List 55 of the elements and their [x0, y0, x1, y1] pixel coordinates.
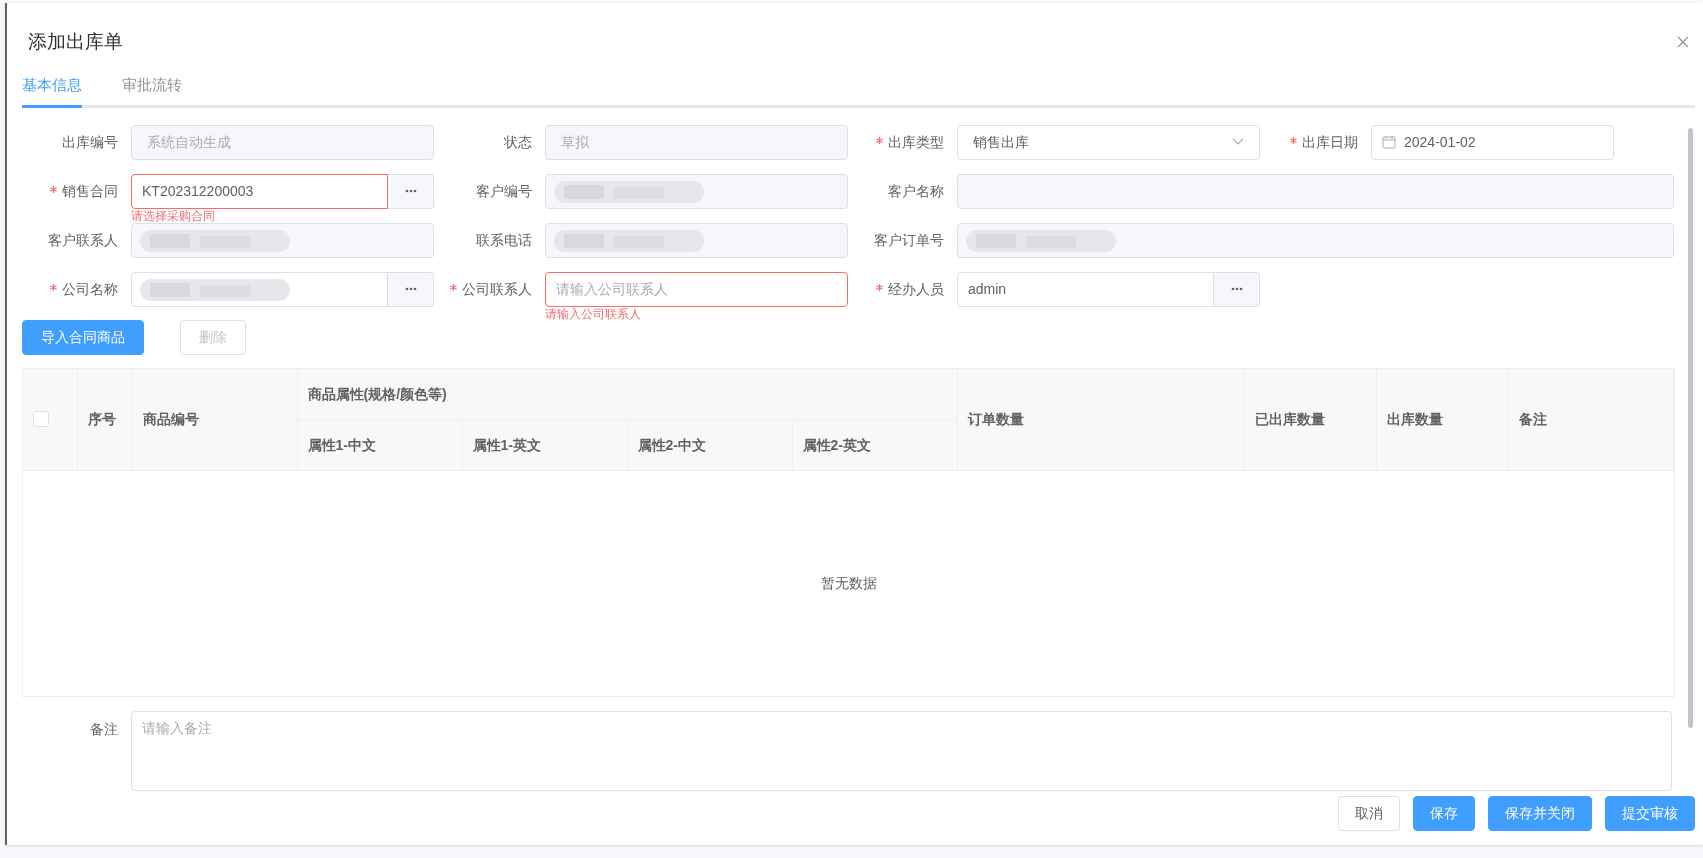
field-label: 客户编号 — [476, 181, 532, 201]
footer-button[interactable]: 保存 — [1413, 796, 1475, 831]
picker-field[interactable]: admin — [957, 271, 1214, 307]
more-button[interactable] — [388, 271, 434, 307]
footer-button[interactable]: 保存并关闭 — [1488, 796, 1592, 831]
close-icon — [1677, 36, 1689, 48]
field-label: 出库类型 — [888, 132, 944, 152]
column-header: 属性2-中文 — [637, 437, 706, 453]
dialog-title: 添加出库单 — [28, 29, 123, 54]
field-label: 客户订单号 — [874, 230, 944, 250]
more-button[interactable] — [388, 173, 434, 209]
picker-field[interactable] — [131, 271, 388, 307]
type-select[interactable]: 销售出库 — [957, 124, 1260, 160]
field-label: 备注 — [90, 719, 118, 739]
column-header: 商品编号 — [142, 410, 199, 427]
field-label: 客户名称 — [888, 181, 944, 201]
remarks-field[interactable]: 请输入备注 — [131, 710, 1672, 791]
column-header: 商品属性(规格/颜色等) — [307, 385, 447, 402]
footer-button[interactable]: 提交审核 — [1605, 796, 1695, 831]
chevron-down-icon — [1232, 138, 1244, 146]
column-header: 属性2-英文 — [802, 437, 871, 453]
field-label: 销售合同 — [62, 181, 118, 201]
field-label: 客户联系人 — [48, 230, 118, 250]
tab[interactable]: 基本信息 — [22, 74, 82, 108]
tab[interactable]: 审批流转 — [122, 74, 182, 108]
more-icon — [404, 287, 417, 291]
column-header: 订单数量 — [967, 410, 1024, 427]
column-header: 出库数量 — [1386, 410, 1443, 427]
column-header: 已出库数量 — [1254, 410, 1325, 427]
error-message: 请选择采购合同 — [131, 208, 215, 223]
field-label: 出库编号 — [62, 132, 118, 152]
picker-field[interactable]: KT202312200003 — [131, 173, 388, 209]
column-header: 属性1-中文 — [307, 437, 376, 453]
column-header: 属性1-英文 — [472, 437, 541, 453]
column-header: 序号 — [87, 410, 116, 427]
footer-button[interactable]: 取消 — [1338, 796, 1400, 831]
error-message: 请输入公司联系人 — [545, 306, 641, 321]
field-label: 经办人员 — [888, 279, 944, 299]
field-label: 状态 — [504, 132, 532, 152]
empty-text: 暂无数据 — [820, 573, 877, 593]
field-label: 公司名称 — [62, 279, 118, 299]
date-field[interactable]: 2024-01-02 — [1371, 124, 1614, 160]
column-header: 备注 — [1518, 410, 1547, 427]
more-button[interactable] — [1214, 271, 1260, 307]
readonly-field: 草拟 — [545, 124, 848, 160]
field-label: 联系电话 — [476, 230, 532, 250]
select-all-checkbox[interactable] — [33, 411, 49, 428]
more-icon — [1230, 287, 1243, 291]
readonly-field: 系统自动生成 — [131, 124, 434, 160]
input-field[interactable]: 请输入公司联系人 — [545, 271, 848, 307]
more-icon — [404, 189, 417, 193]
action-button[interactable]: 导入合同商品 — [22, 319, 144, 355]
field-label: 出库日期 — [1302, 132, 1358, 152]
field-label: 公司联系人 — [462, 279, 532, 299]
calendar-icon — [1382, 135, 1396, 149]
